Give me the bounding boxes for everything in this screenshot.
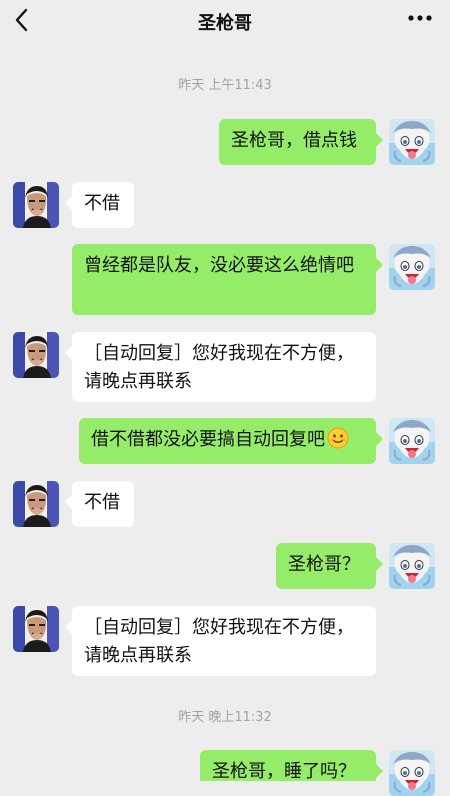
- contact-avatar[interactable]: [13, 606, 59, 652]
- message-bubble-sent[interactable]: 曾经都是队友，没必要这么绝情吧: [72, 244, 383, 315]
- more-options-icon[interactable]: [408, 11, 432, 25]
- timestamp: 昨天 上午11:43: [178, 78, 272, 93]
- smiling-face-emoji-icon: [327, 427, 349, 449]
- message-text: 不借: [84, 492, 120, 513]
- message-bubble-sent[interactable]: 圣枪哥，借点钱: [219, 119, 383, 165]
- chat-title: 圣枪哥: [198, 13, 252, 34]
- message-bubble-sent[interactable]: 圣枪哥，睡了吗？: [200, 750, 383, 782]
- timestamp: 昨天 晚上11:32: [178, 710, 272, 725]
- message-bubble-received[interactable]: ［自动回复］您好我现在不方便，请晚点再联系: [65, 332, 376, 402]
- message-text: 曾经都是队友，没必要这么绝情吧: [84, 255, 354, 276]
- message-text: 不借: [84, 193, 120, 214]
- message-text: ［自动回复］您好我现在不方便，请晚点再联系: [84, 617, 354, 666]
- user-avatar[interactable]: [389, 119, 435, 165]
- user-avatar[interactable]: [389, 418, 435, 464]
- message-bubble-sent[interactable]: 圣枪哥？: [276, 543, 383, 589]
- message-text: 借不借都没必要搞自动回复吧: [91, 429, 325, 450]
- top-bar: 圣枪哥: [0, 0, 450, 40]
- message-text: 圣枪哥，睡了吗？: [212, 761, 356, 782]
- contact-avatar[interactable]: [13, 481, 59, 527]
- contact-avatar[interactable]: [13, 182, 59, 228]
- user-avatar[interactable]: [389, 750, 435, 796]
- message-text: ［自动回复］您好我现在不方便，请晚点再联系: [84, 343, 354, 392]
- message-bubble-sent[interactable]: 借不借都没必要搞自动回复吧: [79, 418, 383, 464]
- message-bubble-received[interactable]: ［自动回复］您好我现在不方便，请晚点再联系: [65, 606, 376, 676]
- message-bubble-received[interactable]: 不借: [65, 182, 134, 228]
- message-bubble-received[interactable]: 不借: [65, 481, 134, 527]
- user-avatar[interactable]: [389, 244, 435, 290]
- contact-avatar[interactable]: [13, 332, 59, 378]
- message-text: 圣枪哥？: [288, 554, 360, 575]
- user-avatar[interactable]: [389, 543, 435, 589]
- message-text: 圣枪哥，借点钱: [231, 130, 357, 151]
